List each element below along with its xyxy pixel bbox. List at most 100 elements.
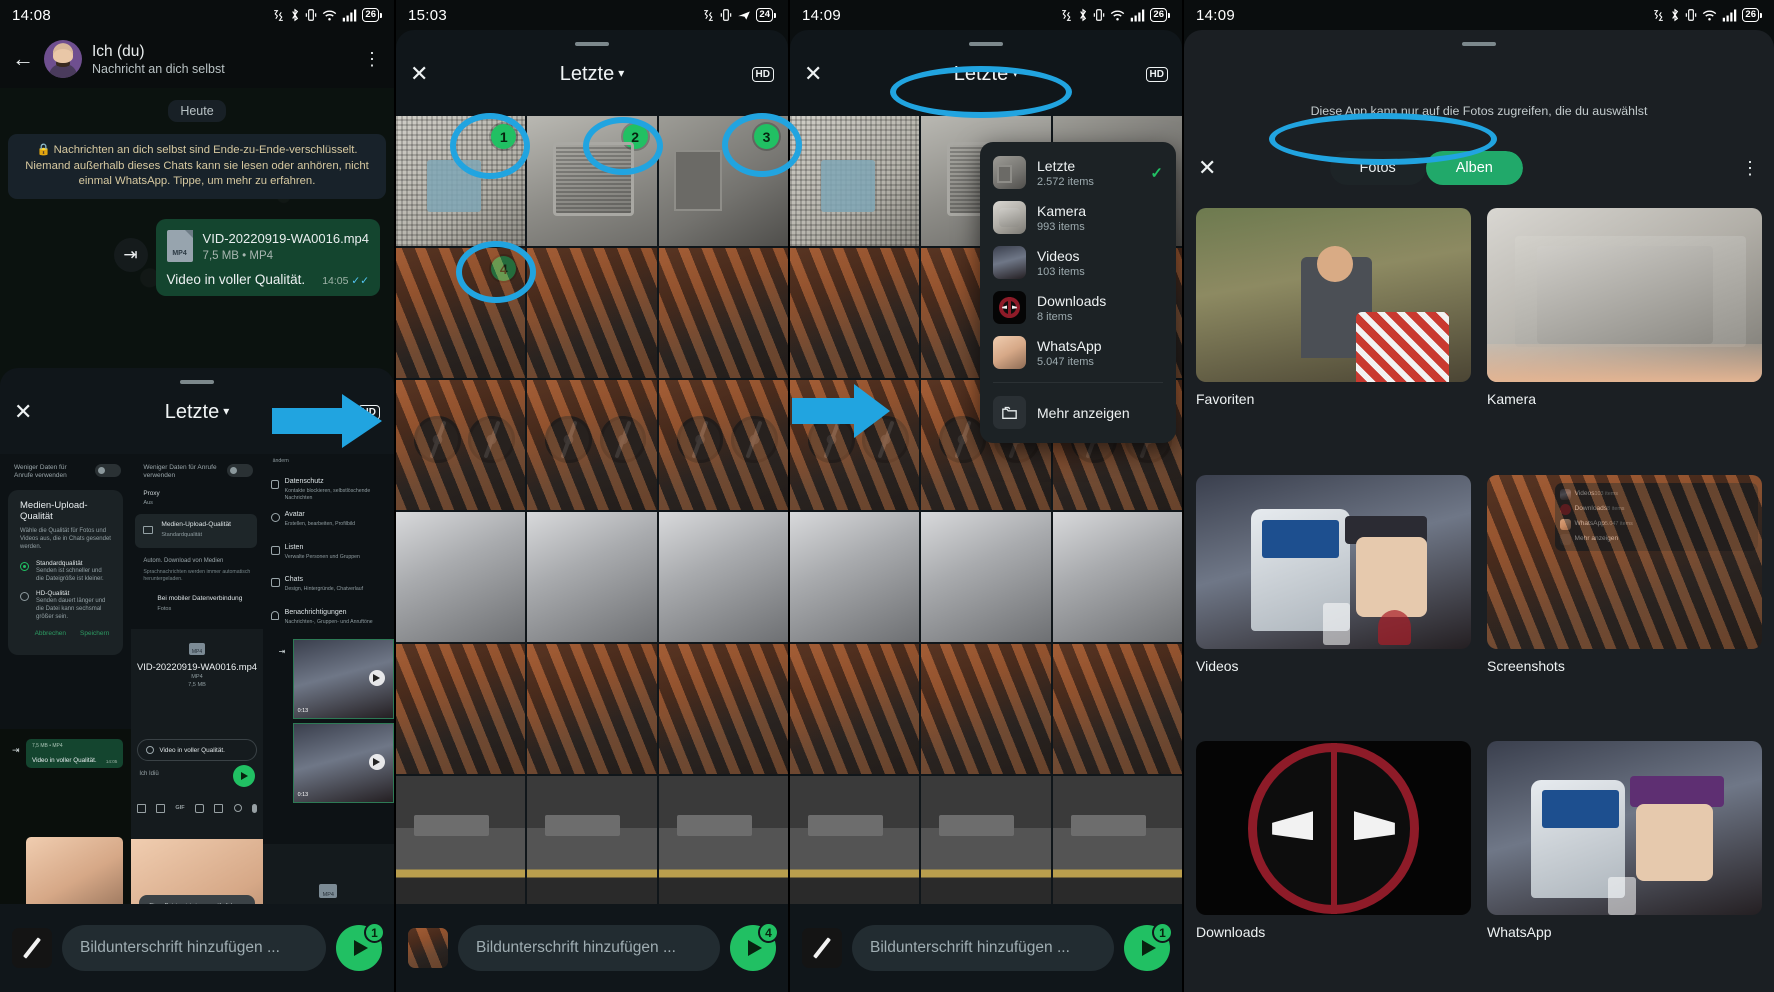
media-cell[interactable] [396,644,526,774]
avatar[interactable] [44,40,82,78]
album-card[interactable]: Videos103 items Downloads8 items WhatsAp… [1487,474,1762,726]
media-cell[interactable] [790,776,920,906]
media-cell[interactable] [921,512,1051,642]
album-selector-3[interactable]: Letzte ▾ [790,63,1182,86]
album-card[interactable]: WhatsApp [1487,741,1762,992]
media-cell[interactable] [527,512,657,642]
send-button[interactable]: 1 [336,922,385,971]
dropdown-item-videos[interactable]: Videos 103 items [980,240,1176,285]
set-avatar[interactable]: Avatar [285,511,305,518]
encryption-notice[interactable]: 🔒 Nachrichten an dich selbst sind Ende-z… [8,134,386,199]
media-cell[interactable] [658,644,788,774]
send-button-3[interactable]: 1 [1124,922,1173,971]
dropdown-item-downloads[interactable]: Downloads 8 items [980,285,1176,330]
document-icon[interactable] [214,803,224,813]
dropdown-item-letzte[interactable]: Letzte 2.572 items ✓ [980,150,1176,195]
media-cell[interactable] [527,776,657,906]
media-cell[interactable] [658,248,788,378]
media-cell[interactable] [527,644,657,774]
set-notif[interactable]: Benachrichtigungen [285,609,347,616]
row-mobile[interactable]: Bei mobiler Datenverbindung [157,595,242,602]
media-cell[interactable] [396,776,526,906]
row-proxy[interactable]: Proxy [143,490,159,497]
caption-input-3[interactable]: Bildunterschrift hinzufügen ... [852,925,1114,971]
media-cell[interactable] [396,512,526,642]
media-cell[interactable] [658,512,788,642]
message-bubble[interactable]: MP4 VID-20220919-WA0016.mp4 7,5 MB • MP4… [155,218,380,296]
back-icon[interactable]: ← [12,48,34,70]
preview-caption-input[interactable]: Video in voller Qualität. [137,739,257,761]
document-attachment[interactable]: MP4 VID-20220919-WA0016.mp4 7,5 MB • MP4 [156,219,380,270]
save-button[interactable]: Speichern [80,630,109,637]
cancel-button[interactable]: Abbrechen [35,630,66,637]
edit-thumbnail-3[interactable] [802,928,842,968]
album-card[interactable]: RYZEN AMD ▢ Kamera [1487,208,1762,459]
dropdown-item-whatsapp[interactable]: WhatsApp 5.047 items [980,330,1176,375]
media-cell[interactable] [1052,512,1182,642]
media-cell[interactable] [790,644,920,774]
dropdown-item-more[interactable]: Mehr anzeigen [980,390,1176,435]
send-button-mini[interactable] [232,765,255,787]
set-privacy[interactable]: Datenschutz [285,478,324,485]
album-cover: Videos103 items Downloads8 items WhatsAp… [1487,474,1762,649]
gear-icon[interactable] [233,804,242,812]
album-count: 993 items [1037,220,1085,233]
close-icon[interactable]: ✕ [804,63,822,85]
media-cell[interactable] [658,776,788,906]
media-cell[interactable]: 1 [396,116,526,246]
album-card[interactable]: Videos [1196,474,1471,726]
mic-icon[interactable] [252,803,258,813]
hd-toggle-3[interactable]: HD [1145,66,1168,82]
media-cell[interactable] [658,380,788,510]
hd-toggle[interactable]: HD [357,404,380,420]
media-cell[interactable] [790,116,920,246]
set-lists[interactable]: Listen [285,544,304,551]
hd-toggle-2[interactable]: HD [751,66,774,82]
selected-thumbnail[interactable] [408,928,448,968]
forward-icon[interactable]: ⇥ [113,237,148,272]
album-name: Downloads [1037,292,1107,309]
toggle-less-data-2[interactable] [226,464,253,477]
overflow-menu-icon-4[interactable]: ⋮ [1741,158,1760,179]
media-cell[interactable] [790,512,920,642]
sheet-grabber-4[interactable] [1462,42,1496,46]
media-cell[interactable] [527,380,657,510]
album-selector-2[interactable]: Letzte ▾ [396,63,788,86]
media-cell[interactable]: 4 [396,248,526,378]
caption-input[interactable]: Bildunterschrift hinzufügen ... [62,925,326,971]
camera-icon[interactable] [195,803,205,813]
option-hd[interactable]: HD-Qualität Senden dauert länger und die … [8,583,123,621]
caption-input-2[interactable]: Bildunterschrift hinzufügen ... [458,925,720,971]
media-cell[interactable] [1052,776,1182,906]
media-cell[interactable]: 3 [658,116,788,246]
media-cell[interactable] [790,248,920,378]
media-cell[interactable] [790,380,920,510]
tab-alben[interactable]: Alben [1425,151,1523,185]
row-media-quality[interactable]: Medien-Upload-Qualität Standardqualität [135,514,257,548]
set-chats[interactable]: Chats [285,576,303,583]
toggle-less-data[interactable] [95,464,122,477]
option-standard[interactable]: Standardqualität Senden ist schneller und… [8,551,123,583]
media-cell[interactable] [1052,644,1182,774]
close-icon[interactable]: ✕ [410,63,428,85]
gallery-icon[interactable] [155,803,165,813]
send-button-2[interactable]: 4 [730,922,779,971]
media-cell[interactable] [921,644,1051,774]
media-cell[interactable] [527,248,657,378]
album-card[interactable]: Favoriten [1196,208,1471,459]
check-icon: ✓ [1150,164,1163,182]
edit-thumbnail[interactable] [12,928,52,968]
media-cell[interactable] [396,380,526,510]
close-icon[interactable]: ✕ [14,401,32,423]
sticker-icon[interactable] [136,803,146,813]
media-cell[interactable] [921,776,1051,906]
overflow-menu-icon[interactable]: ⋮ [363,49,382,70]
gif-icon[interactable]: GIF [175,805,184,811]
album-selector[interactable]: Letzte ▾ [0,401,394,424]
album-card[interactable]: Downloads [1196,741,1471,992]
close-icon[interactable]: ✕ [1198,157,1216,179]
tab-fotos[interactable]: Fotos [1329,151,1426,185]
dropdown-item-kamera[interactable]: Kamera 993 items [980,195,1176,240]
album-cover [1487,741,1762,916]
media-cell[interactable]: 2 [527,116,657,246]
